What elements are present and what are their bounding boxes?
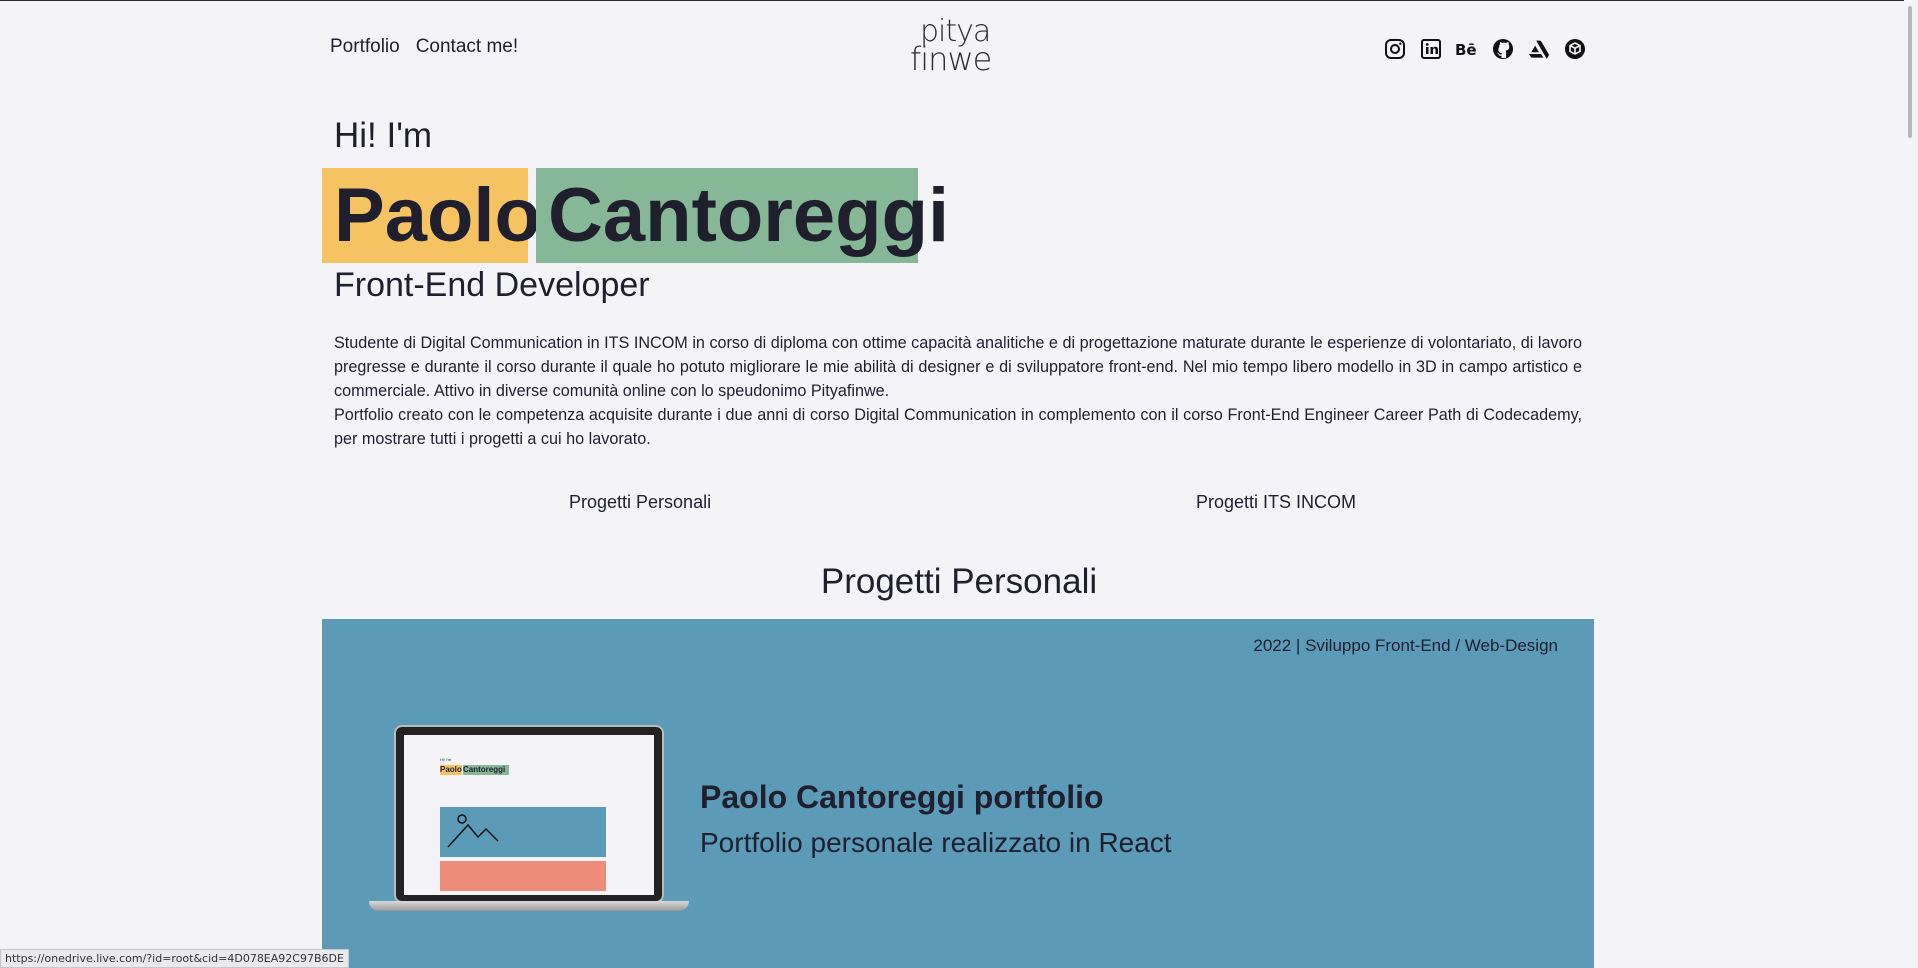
tab-its-projects[interactable]: Progetti ITS INCOM — [1196, 492, 1356, 513]
hero-role: Front-End Developer — [334, 266, 650, 304]
laptop-screen: Hi! I'm Paolo Cantoreggi — [394, 725, 664, 903]
nav-contact-link[interactable]: Contact me! — [416, 36, 518, 58]
behance-icon[interactable]: Bē — [1455, 37, 1479, 61]
mini-last-name: Cantoreggi — [463, 765, 509, 775]
project-title: Paolo Cantoreggi portfolio — [700, 779, 1104, 815]
scrollbar-thumb[interactable] — [1908, 6, 1912, 138]
mini-first-name: Paolo — [440, 765, 462, 775]
linkedin-icon[interactable] — [1419, 37, 1443, 61]
mini-card-salmon — [440, 861, 606, 891]
logo-line-2: finwe — [910, 40, 992, 78]
laptop-base — [369, 901, 689, 911]
project-meta: 2022 | Sviluppo Front-End / Web-Design — [1253, 636, 1558, 655]
hero-last-name: Cantoreggi — [536, 168, 949, 263]
status-bar-url: https://onedrive.live.com/?id=root&cid=4… — [0, 949, 349, 968]
behance-icon-text: Bē — [1455, 41, 1477, 59]
hero-first-name: Paolo — [322, 168, 541, 263]
project-subtitle: Portfolio personale realizzato in React — [700, 827, 1172, 858]
main-nav: Portfolio Contact me! — [330, 36, 518, 58]
laptop-screen-content: Hi! I'm Paolo Cantoreggi — [404, 735, 654, 895]
mini-card-blue — [440, 807, 606, 857]
laptop-mockup-image: Hi! I'm Paolo Cantoreggi — [369, 725, 689, 925]
page-scrollbar[interactable] — [1904, 0, 1918, 968]
section-title: Progetti Personali — [820, 562, 1098, 601]
mini-greeting: Hi! I'm — [440, 757, 452, 762]
tab-personal-projects[interactable]: Progetti Personali — [569, 492, 711, 513]
bio-paragraph-2: Portfolio creato con le competenza acqui… — [334, 406, 1582, 448]
project-card[interactable]: 2022 | Sviluppo Front-End / Web-Design H… — [322, 619, 1594, 968]
instagram-icon[interactable] — [1383, 37, 1407, 61]
social-links: Bē — [1383, 37, 1587, 61]
bio-paragraph-1: Studente di Digital Communication in ITS… — [334, 334, 1582, 400]
artstation-icon[interactable] — [1527, 37, 1551, 61]
sketchfab-icon[interactable] — [1563, 37, 1587, 61]
hero-bio: Studente di Digital Communication in ITS… — [334, 331, 1582, 451]
logo[interactable]: pitya finwe — [906, 14, 992, 80]
hero-greeting: Hi! I'm — [334, 116, 433, 155]
github-icon[interactable] — [1491, 37, 1515, 61]
top-border — [0, 0, 1918, 1]
nav-portfolio-link[interactable]: Portfolio — [330, 36, 400, 58]
